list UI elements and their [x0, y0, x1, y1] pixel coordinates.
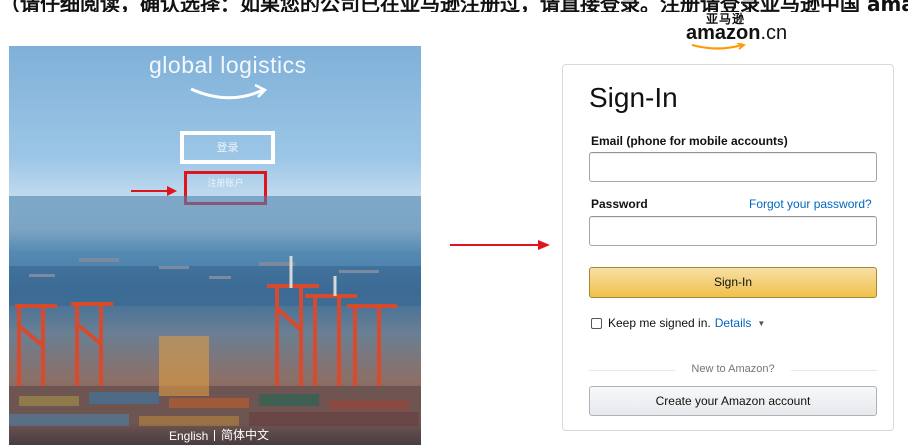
password-label: Password: [591, 197, 648, 211]
signin-button[interactable]: Sign-In: [589, 267, 877, 298]
checkbox-icon[interactable]: [591, 317, 602, 329]
create-account-button[interactable]: Create your Amazon account: [589, 386, 877, 416]
language-bar: [9, 423, 421, 445]
port-title: global logistics: [149, 52, 307, 78]
keep-signed-in-label[interactable]: Keep me signed in.: [608, 316, 711, 330]
language-separator: [214, 430, 215, 441]
port-scene-image: [9, 196, 421, 445]
email-label: Email (phone for mobile accounts): [591, 134, 788, 148]
arrow-right-icon: [131, 186, 177, 196]
divider-line-left: [589, 370, 675, 371]
keep-signed-in-row: Keep me signed in. Details ▼: [591, 315, 765, 331]
global-logistics-panel: global logistics 登录 注册账户 English 简体中文: [9, 46, 421, 445]
signin-card: Sign-In Email (phone for mobile accounts…: [562, 64, 894, 431]
email-field[interactable]: [589, 152, 877, 182]
amazon-cn-logo: 亚马逊 amazon.cn: [686, 10, 787, 50]
new-to-amazon-text: New to Amazon?: [691, 363, 775, 375]
amazon-smile-icon: [691, 43, 746, 50]
amazon-smile-icon: [190, 84, 268, 100]
password-field[interactable]: [589, 216, 877, 246]
caret-down-icon[interactable]: ▼: [757, 319, 765, 328]
login-button[interactable]: 登录: [180, 131, 275, 164]
language-chinese-link[interactable]: 简体中文: [221, 426, 269, 443]
divider-line-right: [791, 370, 877, 371]
forgot-password-link[interactable]: Forgot your password?: [749, 197, 872, 211]
language-english-link[interactable]: English: [169, 429, 208, 443]
details-link[interactable]: Details: [715, 316, 752, 330]
arrow-right-icon: [450, 240, 550, 250]
new-to-amazon-divider: New to Amazon?: [589, 363, 877, 377]
amazon-wordmark: amazon.cn: [686, 22, 788, 44]
signin-title: Sign-In: [589, 82, 678, 113]
